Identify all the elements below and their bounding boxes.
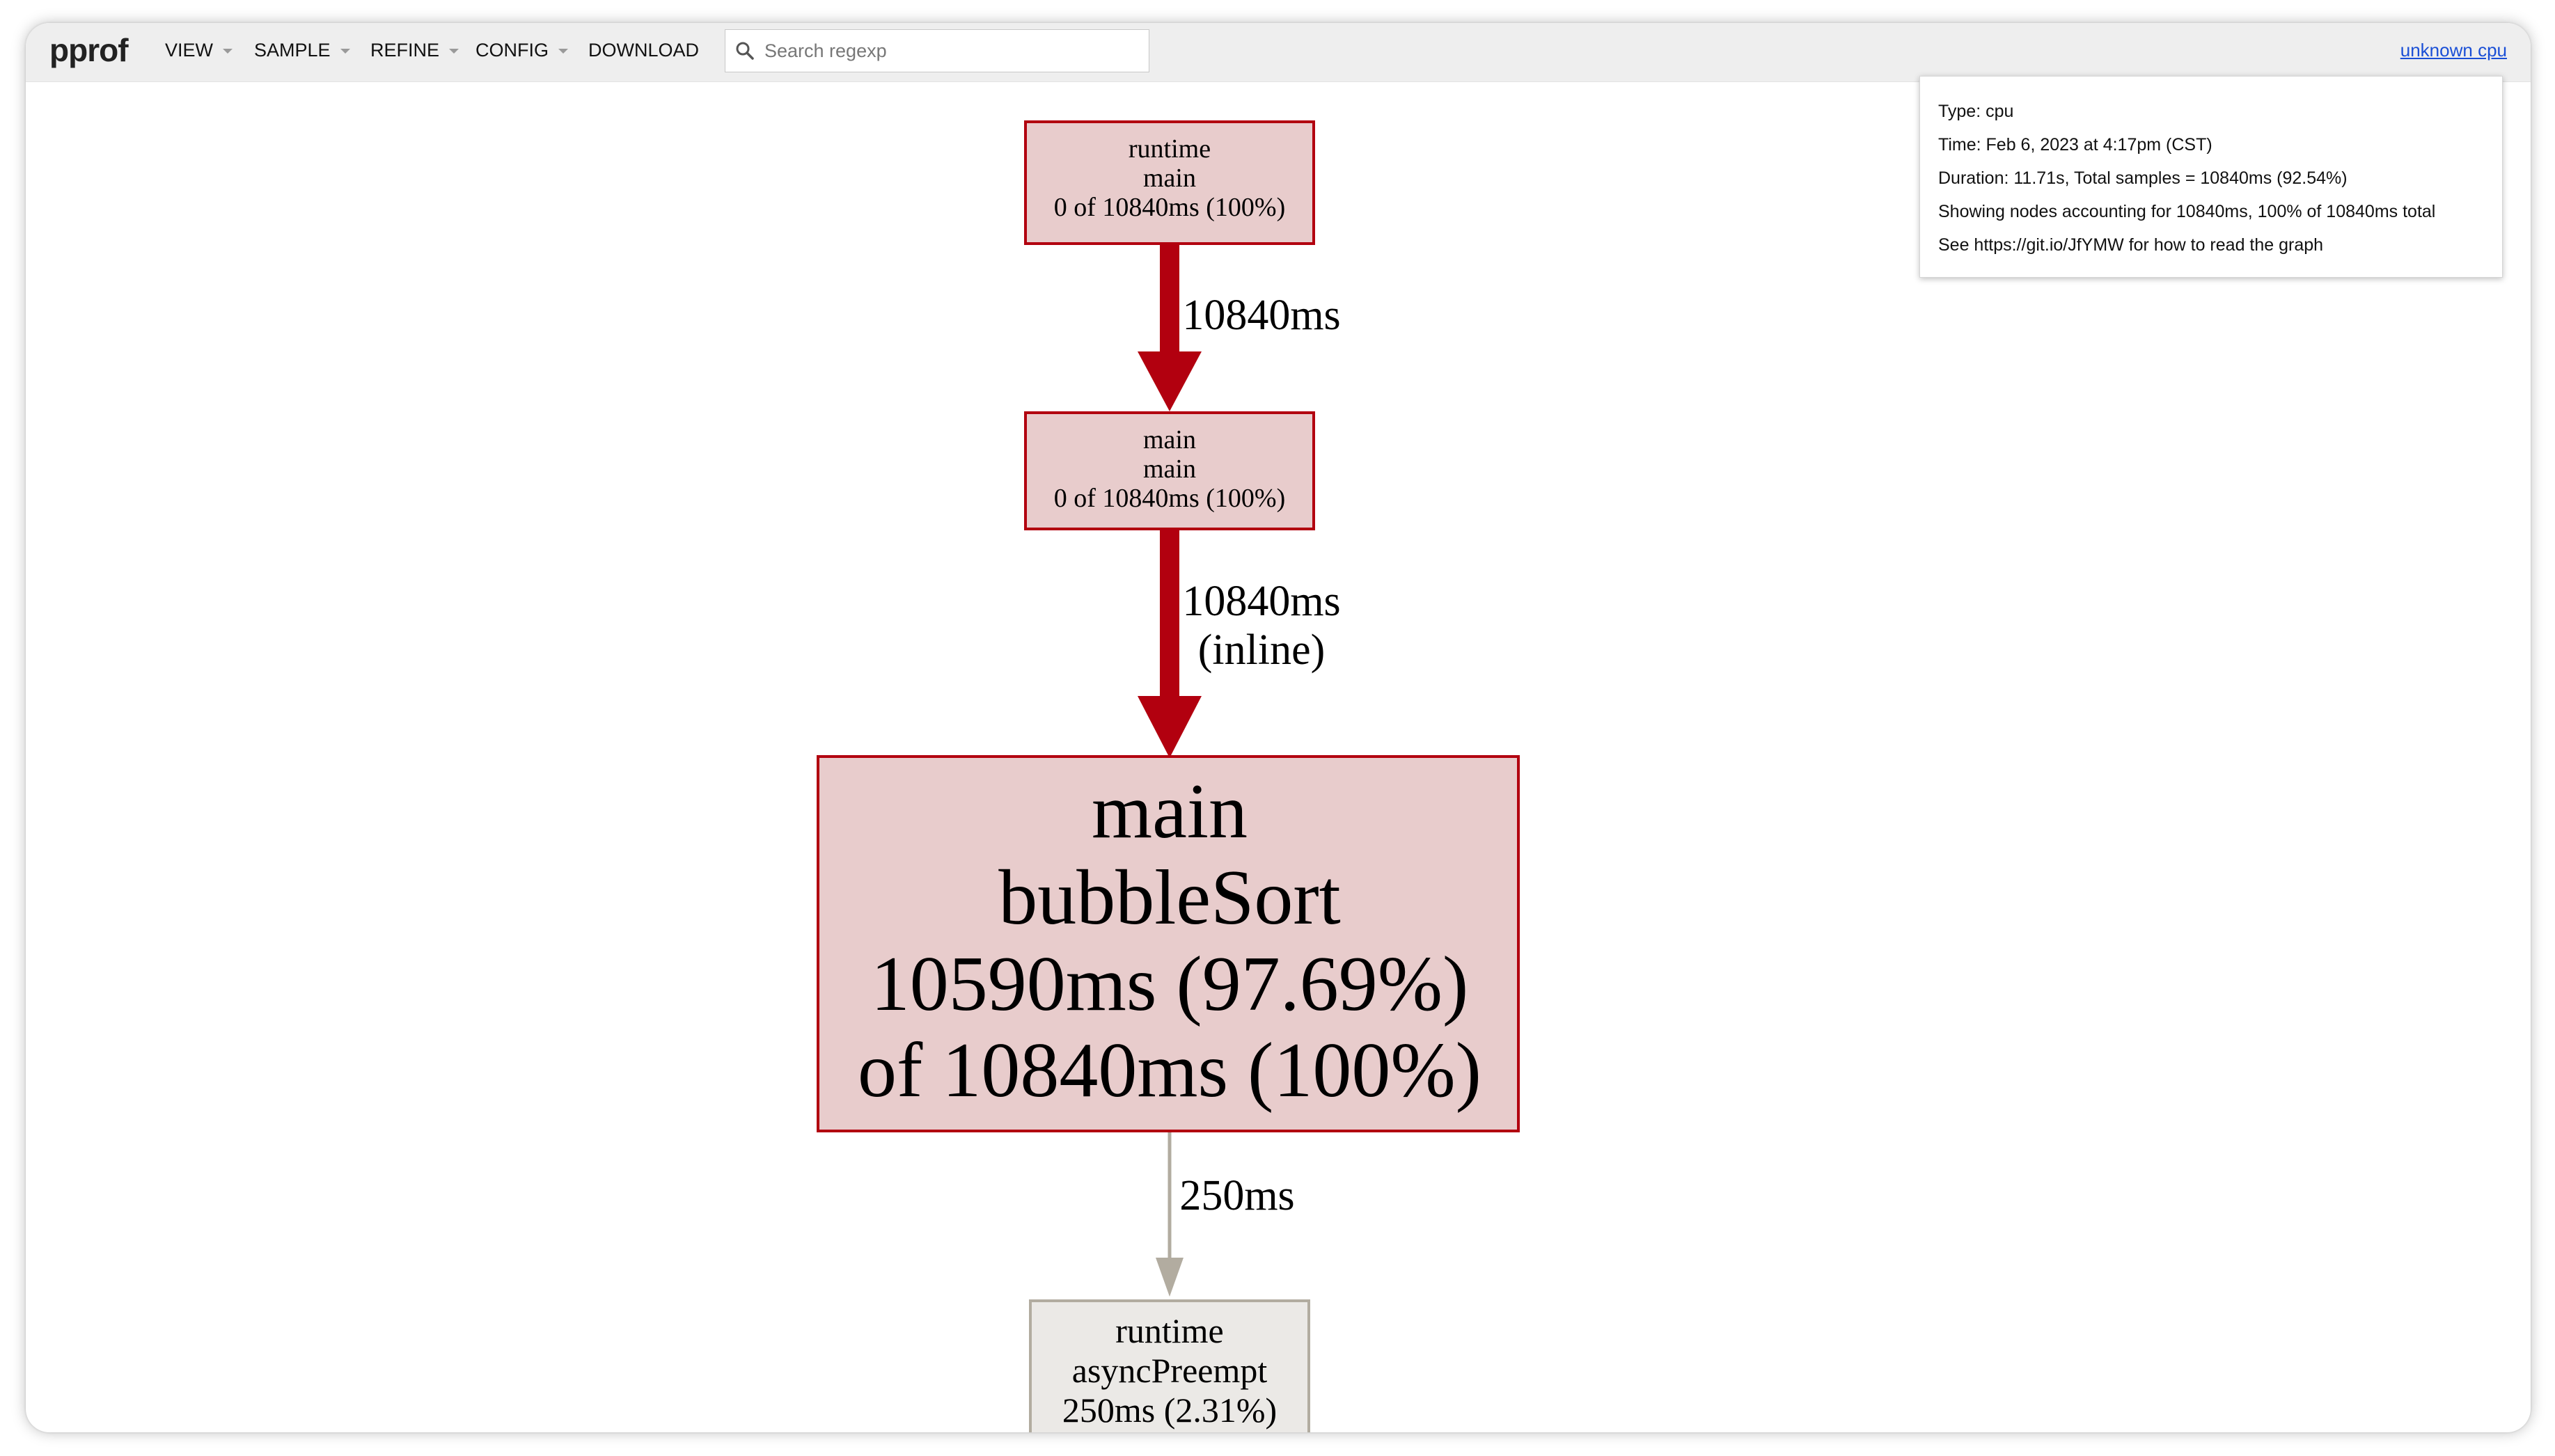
refine-menu-label: REFINE	[370, 40, 440, 61]
download-menu[interactable]: DOWNLOAD	[588, 40, 699, 61]
legend-see-link: See https://git.io/JfYMW for how to read…	[1938, 235, 2324, 255]
edge-label: 250ms	[1179, 1172, 1294, 1219]
app-logo[interactable]: pprof	[49, 31, 129, 69]
node-label: bubbleSort	[998, 855, 1341, 941]
node-runtime-main[interactable]: runtime main 0 of 10840ms (100%)	[1024, 120, 1315, 245]
sample-menu-label: SAMPLE	[254, 40, 331, 61]
download-menu-label: DOWNLOAD	[588, 40, 700, 61]
chevron-down-icon	[449, 49, 459, 54]
search-input[interactable]	[763, 39, 1128, 63]
node-label: 10590ms (97.69%)	[871, 941, 1469, 1027]
node-label: asyncPreempt	[1072, 1351, 1268, 1390]
legend-showing-nodes: Showing nodes accounting for 10840ms, 10…	[1938, 202, 2436, 221]
config-menu-label: CONFIG	[475, 40, 549, 61]
node-main-main[interactable]: main main 0 of 10840ms (100%)	[1024, 411, 1315, 530]
node-label: main	[1143, 454, 1196, 484]
pprof-window: 10840ms 10840ms (inline) 250ms runtime m…	[26, 23, 2531, 1432]
node-label: runtime	[1129, 134, 1211, 164]
node-label: main	[1143, 425, 1196, 454]
refine-menu[interactable]: REFINE	[370, 40, 459, 61]
legend-duration: Duration: 11.71s, Total samples = 10840m…	[1938, 168, 2348, 188]
top-toolbar: pprof VIEW SAMPLE REFINE CONFIG DOWNLOAD	[26, 23, 2531, 82]
node-runtime-asyncpreempt[interactable]: runtime asyncPreempt 250ms (2.31%)	[1029, 1299, 1310, 1432]
edge-main-main-to-main-bubblesort[interactable]: 10840ms (inline)	[1138, 529, 1341, 758]
profile-legend: Type: cpu Time: Feb 6, 2023 at 4:17pm (C…	[1919, 76, 2503, 278]
chevron-down-icon	[558, 49, 568, 54]
edge-runtime-main-to-main-main[interactable]: 10840ms	[1138, 244, 1341, 411]
node-label: of 10840ms (100%)	[858, 1027, 1481, 1114]
chevron-down-icon	[340, 49, 350, 54]
edge-label: (inline)	[1198, 626, 1326, 674]
node-label: runtime	[1115, 1311, 1224, 1350]
view-menu[interactable]: VIEW	[165, 40, 233, 61]
node-main-bubblesort[interactable]: main bubbleSort 10590ms (97.69%) of 1084…	[817, 755, 1520, 1132]
sample-menu[interactable]: SAMPLE	[254, 40, 350, 61]
search-box[interactable]	[725, 29, 1149, 72]
edge-label: 10840ms	[1182, 578, 1340, 625]
legend-time: Time: Feb 6, 2023 at 4:17pm (CST)	[1938, 135, 2212, 155]
profile-name-link[interactable]: unknown cpu	[2400, 40, 2507, 61]
node-label: 250ms (2.31%)	[1062, 1391, 1277, 1430]
search-icon	[736, 42, 754, 60]
legend-type: Type: cpu	[1938, 102, 2014, 121]
node-label: 0 of 10840ms (100%)	[1054, 484, 1285, 513]
node-label: main	[1143, 164, 1196, 193]
config-menu[interactable]: CONFIG	[475, 40, 568, 61]
view-menu-label: VIEW	[165, 40, 214, 61]
chevron-down-icon	[223, 49, 233, 54]
node-label: main	[1092, 768, 1248, 855]
edge-main-bubblesort-to-runtime-asyncpreempt[interactable]: 250ms	[1156, 1131, 1295, 1297]
edge-label: 10840ms	[1182, 292, 1340, 339]
node-label: 0 of 10840ms (100%)	[1054, 193, 1285, 222]
